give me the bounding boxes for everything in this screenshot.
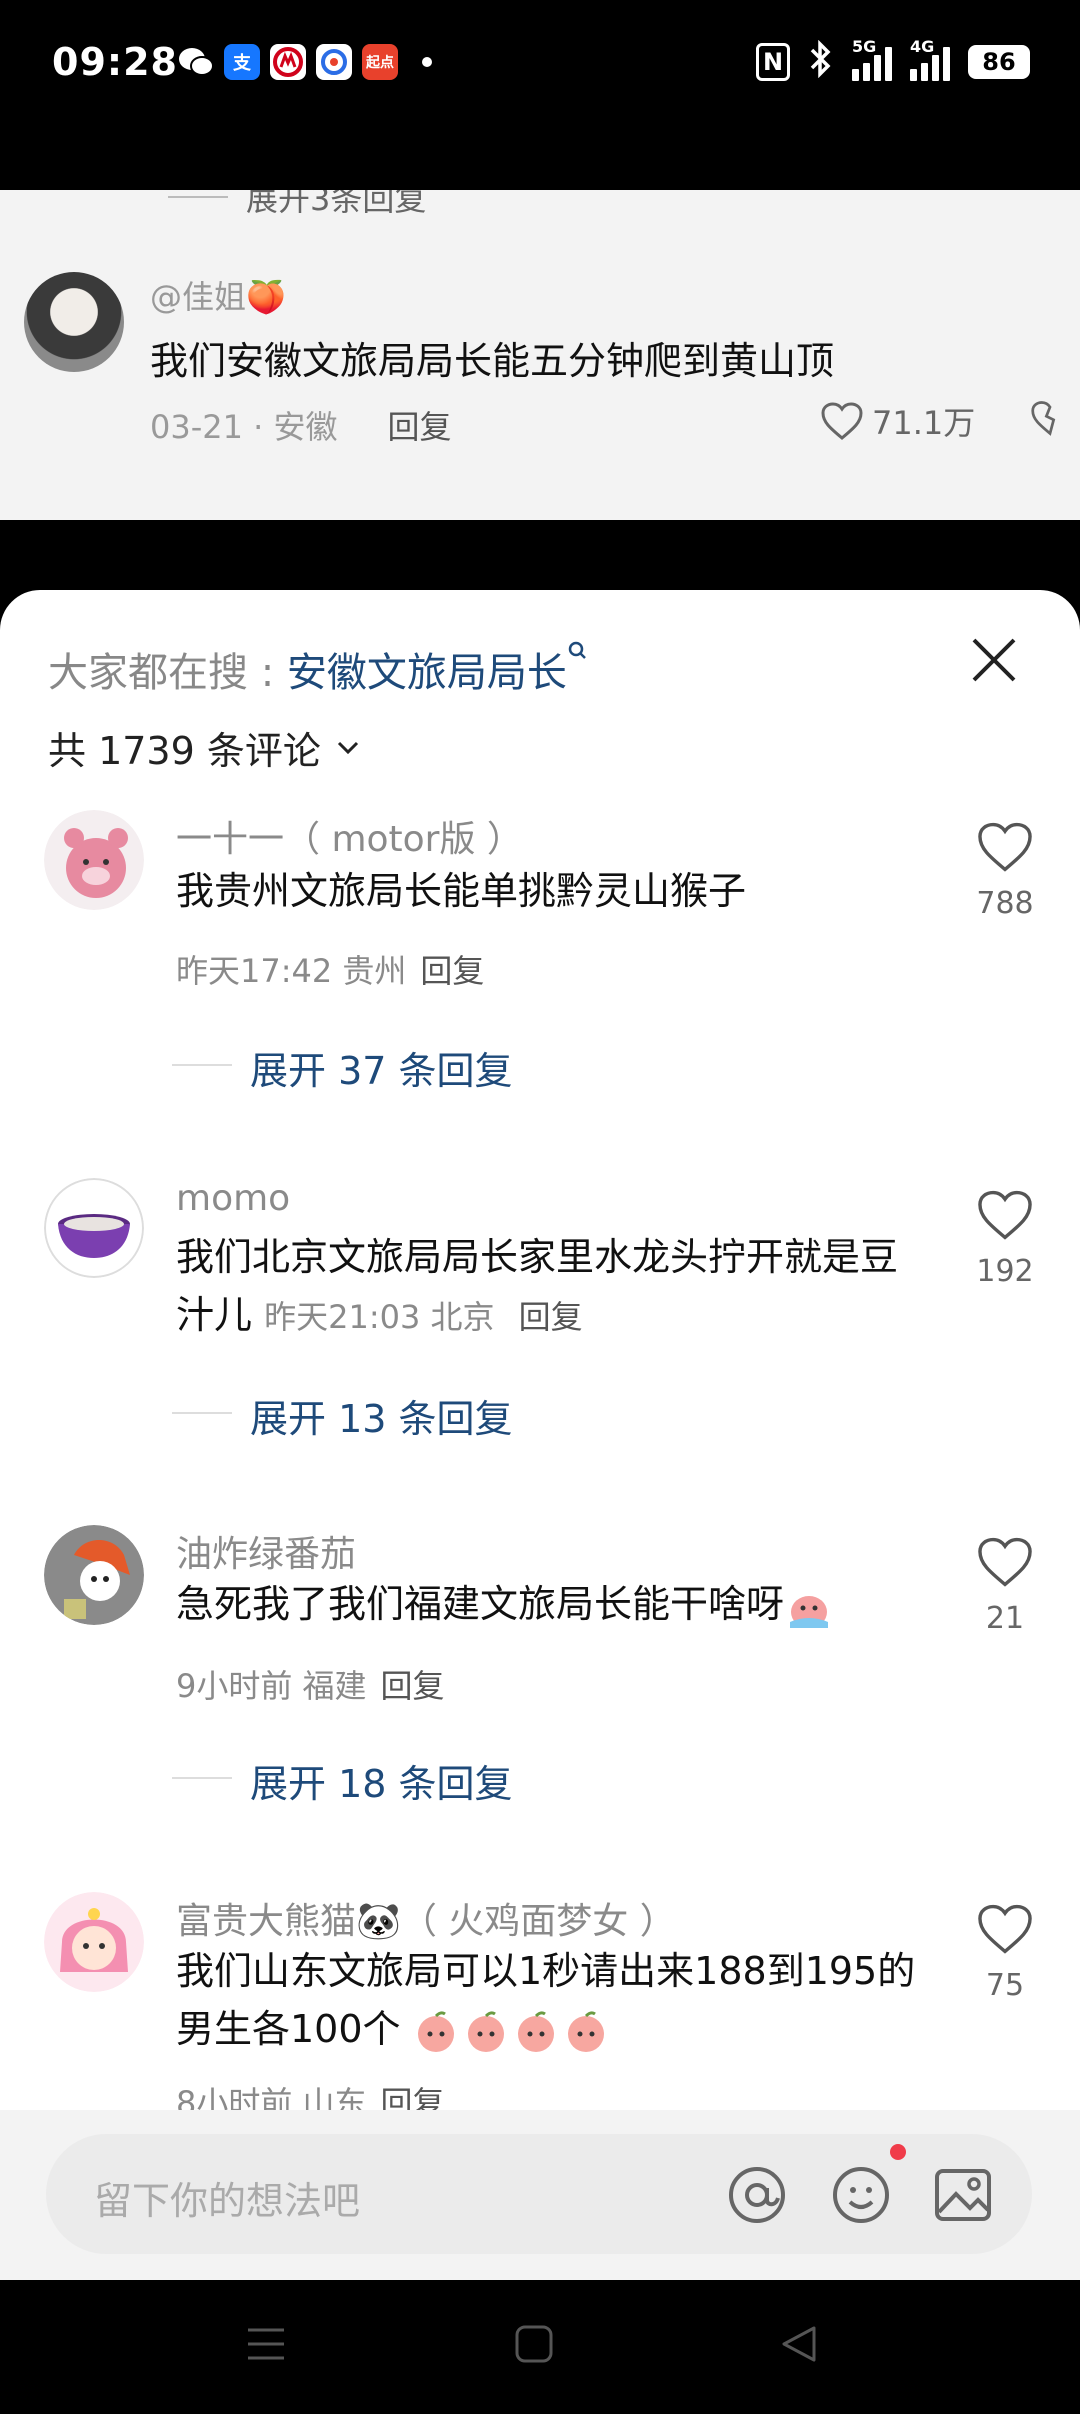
signal-4g-icon: 4G — [910, 37, 950, 81]
input-placeholder: 留下你的想法吧 — [94, 2179, 361, 2223]
peach-emoji-icon — [417, 2010, 454, 2052]
avatar[interactable] — [44, 810, 144, 910]
heart-icon — [978, 1904, 1032, 1954]
close-button[interactable] — [964, 630, 1024, 690]
like-count: 192 — [976, 1254, 1034, 1289]
metro-icon — [270, 44, 306, 80]
comment-username[interactable]: 油炸绿番茄 — [176, 1525, 356, 1577]
search-icon — [568, 641, 586, 659]
comment-text: 急死我了我们福建文旅局长能干啥呀 — [176, 1575, 926, 1633]
status-time: 09:28 — [52, 40, 178, 84]
peach-emoji-icon — [467, 2010, 504, 2052]
expand-replies-button[interactable]: 展开 13 条回复 — [172, 1388, 513, 1443]
like-button[interactable]: 75 — [970, 1902, 1040, 2003]
reply-button[interactable]: 回复 — [388, 402, 452, 448]
emoji-icon[interactable] — [830, 2164, 892, 2226]
crying-emoji-icon — [790, 1595, 829, 1628]
comment-time-location: 昨天17:42 贵州 — [176, 952, 407, 990]
comment-date: 03-21 · 安徽 — [150, 408, 338, 446]
dislike-icon[interactable] — [1030, 398, 1070, 447]
comment-text: 我贵州文旅局长能单挑黔灵山猴子 — [176, 869, 747, 913]
signal-5g-icon: 5G — [852, 37, 892, 81]
comment-input[interactable]: 留下你的想法吧 — [46, 2134, 1032, 2254]
comment-username[interactable]: 富贵大熊猫🐼（ 火鸡面梦女 ） — [176, 1892, 676, 1944]
background-expand-replies[interactable]: 展开3条回复 — [168, 190, 426, 220]
comment-time-location: 昨天21:03 北京 — [264, 1298, 495, 1336]
status-bar: 09:28 支 起点 N 5G 4G 86 — [0, 0, 1080, 190]
peach-emoji-icon — [567, 2010, 604, 2052]
comment-text: 我们安徽文旅局局长能五分钟爬到黄山顶 — [150, 339, 835, 383]
like-button[interactable]: 71.1万 — [820, 398, 975, 444]
comment-text: 我们北京文旅局局长家里水龙头拧开就是豆汁儿 昨天21:03 北京 回复 — [176, 1235, 899, 1337]
avatar[interactable] — [24, 272, 124, 372]
like-button[interactable]: 192 — [970, 1188, 1040, 1289]
chevron-down-icon — [337, 741, 358, 754]
comment-username[interactable]: 一十一（ motor版 ） — [176, 810, 523, 862]
comment-meta: 03-21 · 安徽 回复 — [150, 402, 452, 448]
search-term[interactable]: 安徽文旅局局长 — [287, 650, 567, 696]
like-button[interactable]: 21 — [970, 1535, 1040, 1636]
like-count: 21 — [985, 1601, 1025, 1636]
at-icon[interactable] — [726, 2164, 788, 2226]
heart-icon — [978, 1537, 1032, 1587]
comments-sheet: 大家都在搜 : 安徽文旅局局长 共 1739 条评论 一十一（ motor版 ）… — [0, 590, 1080, 2280]
comment-count-sort[interactable]: 共 1739 条评论 — [48, 720, 361, 775]
comment-input-bar: 留下你的想法吧 — [0, 2110, 1080, 2280]
heart-icon — [978, 1190, 1032, 1240]
heart-icon — [978, 822, 1032, 872]
qidian-icon: 起点 — [362, 44, 398, 80]
comment-meta: 9小时前 福建 回复 — [176, 1661, 445, 1707]
comment-count: 共 1739 条评论 — [48, 729, 321, 773]
avatar[interactable] — [44, 1892, 144, 1992]
like-count: 788 — [976, 886, 1034, 921]
like-button[interactable]: 788 — [970, 820, 1040, 921]
image-icon[interactable] — [932, 2164, 994, 2226]
comment-text: 我们山东文旅局可以1秒请出来188到195的男生各100个 — [176, 1942, 926, 2058]
peach-emoji-icon — [517, 2010, 554, 2052]
battery-icon: 86 — [968, 45, 1030, 79]
background-comment: 展开3条回复 @佳姐🍑 我们安徽文旅局局长能五分钟爬到黄山顶 03-21 · 安… — [0, 190, 1080, 520]
menu-icon[interactable] — [246, 2322, 286, 2370]
reply-button[interactable]: 回复 — [381, 1667, 445, 1705]
expand-replies-button[interactable]: 展开 18 条回复 — [172, 1753, 513, 1808]
system-nav-bar — [0, 2280, 1080, 2414]
heart-icon — [821, 402, 863, 440]
home-icon[interactable] — [514, 2322, 554, 2370]
search-suggestion[interactable]: 大家都在搜 : 安徽文旅局局长 — [48, 640, 589, 698]
notification-dot — [890, 2144, 906, 2160]
comment-meta: 昨天17:42 贵州 回复 — [176, 946, 484, 992]
notification-icons: 支 起点 — [178, 44, 432, 80]
baidu-icon — [316, 44, 352, 80]
wechat-icon — [178, 44, 214, 80]
more-notifications-dot — [422, 57, 432, 67]
comment-username[interactable]: momo — [176, 1178, 290, 1219]
like-count: 75 — [985, 1968, 1025, 2003]
reply-button[interactable]: 回复 — [519, 1298, 583, 1336]
alipay-icon: 支 — [224, 44, 260, 80]
avatar[interactable] — [44, 1525, 144, 1625]
expand-replies-button[interactable]: 展开 37 条回复 — [172, 1040, 513, 1095]
back-icon[interactable] — [778, 2322, 818, 2370]
avatar[interactable] — [44, 1178, 144, 1278]
comment-time-location: 9小时前 福建 — [176, 1667, 367, 1705]
status-indicators: N 5G 4G 86 — [756, 37, 1030, 84]
peach-emoji-icons — [413, 2009, 609, 2055]
comment-username[interactable]: @佳姐🍑 — [150, 272, 286, 318]
close-icon — [972, 638, 1016, 682]
nfc-icon: N — [756, 43, 790, 81]
bluetooth-icon — [808, 39, 834, 84]
like-count: 71.1万 — [872, 404, 976, 442]
reply-button[interactable]: 回复 — [420, 952, 484, 990]
